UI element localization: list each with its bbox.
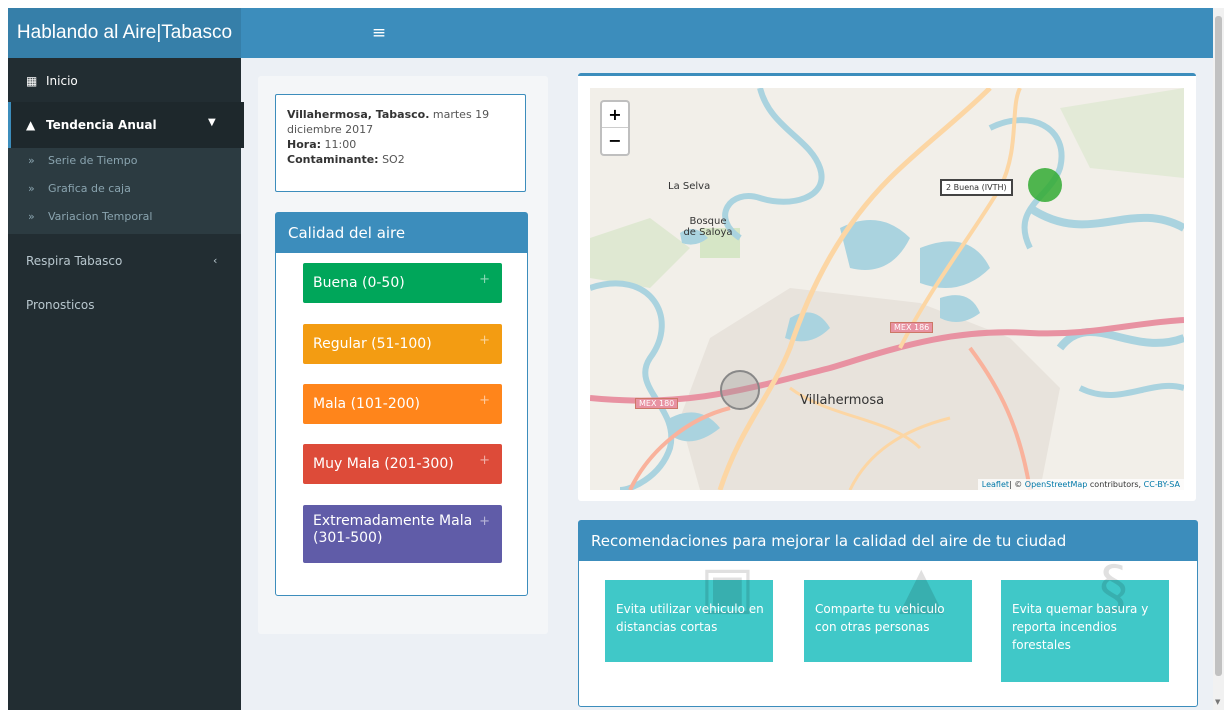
sidebar-item-respira-tabasco[interactable]: Respira Tabasco ‹ <box>8 254 241 274</box>
hora-label: Hora: <box>287 138 322 151</box>
contaminante-label: Contaminante: <box>287 153 379 166</box>
leaflet-map[interactable]: La Selva Bosque de Saloya Villahermosa M… <box>590 88 1184 490</box>
sidebar-submenu: » Serie de Tiempo » Grafica de caja » Va… <box>8 148 241 234</box>
sidebar-item-tendencia-anual[interactable]: ▲ Tendencia Anual ▼ <box>8 102 244 148</box>
category-muy-mala-button[interactable]: Muy Mala (201-300) + <box>303 444 502 484</box>
sidebar-item-inicio[interactable]: ▦ Inicio <box>8 74 241 94</box>
road-shield-mex186: MEX 186 <box>890 322 934 333</box>
map-attribution: Leaflet| © OpenStreetMap contributors, C… <box>977 479 1184 490</box>
contaminante-value: SO2 <box>382 153 405 166</box>
zoom-out-button[interactable]: − <box>602 128 628 154</box>
double-arrow-icon: » <box>28 154 35 167</box>
category-label: Mala (101-200) <box>313 396 420 412</box>
double-arrow-icon: » <box>28 210 35 223</box>
city-name: Villahermosa, Tabasco. <box>287 108 430 121</box>
recommendation-text: Evita quemar basura y reporta incendios … <box>1012 602 1149 652</box>
recommendation-card-comparte[interactable]: ▲ Comparte tu vehiculo con otras persona… <box>804 553 972 662</box>
scrollbar-thumb[interactable] <box>1215 16 1222 676</box>
left-panel: Villahermosa, Tabasco. martes 19 diciemb… <box>258 76 548 634</box>
recommendation-card-vehiculo[interactable]: ▣ Evita utilizar vehiculo en distancias … <box>605 553 773 662</box>
attribution-text: contributors, <box>1087 480 1144 489</box>
map-label-villahermosa: Villahermosa <box>800 393 885 408</box>
chevron-left-icon: ‹ <box>213 254 218 267</box>
scroll-down-arrow-icon[interactable]: ▼ <box>1215 698 1220 706</box>
page-scrollbar[interactable]: ▼ <box>1213 8 1224 710</box>
double-arrow-icon: » <box>28 182 35 195</box>
sidebar: ▦ Inicio ▲ Tendencia Anual ▼ » Serie de … <box>8 58 244 710</box>
category-label: Extremadamente Mala (301-500) <box>313 513 473 546</box>
car-icon: ▣ <box>700 553 755 621</box>
plus-icon: + <box>479 514 490 529</box>
submenu-item-label: Serie de Tiempo <box>48 154 138 167</box>
map-panel: La Selva Bosque de Saloya Villahermosa M… <box>578 73 1196 501</box>
category-label: Buena (0-50) <box>313 275 405 291</box>
road-icon: ▲ <box>899 553 944 621</box>
plus-icon: + <box>479 272 490 287</box>
hamburger-icon[interactable]: ≡ <box>368 22 390 44</box>
osm-link[interactable]: OpenStreetMap <box>1025 480 1088 489</box>
category-label: Muy Mala (201-300) <box>313 456 454 472</box>
submenu-item-label: Variacion Temporal <box>48 210 153 223</box>
station-tooltip: 2 Buena (IVTH) <box>940 179 1013 196</box>
sidebar-item-pronosticos[interactable]: Pronosticos <box>8 298 241 318</box>
app-logo-title[interactable]: Hablando al Aire|Tabasco <box>8 8 241 58</box>
recommendations-title: Recomendaciones para mejorar la calidad … <box>591 532 1067 550</box>
location-info-box: Villahermosa, Tabasco. martes 19 diciemb… <box>275 94 526 192</box>
recommendations-box: Recomendaciones para mejorar la calidad … <box>578 520 1198 707</box>
recommendation-card-basura[interactable]: § Evita quemar basura y reporta incendio… <box>1001 553 1169 682</box>
zoom-in-button[interactable]: + <box>602 102 628 128</box>
category-label: Regular (51-100) <box>313 336 432 352</box>
sidebar-item-label: Tendencia Anual <box>46 118 157 132</box>
map-label-bosque: Bosque de Saloya <box>683 216 733 238</box>
top-header: Hablando al Aire|Tabasco ≡ <box>8 8 1213 58</box>
sidebar-item-label: Respira Tabasco <box>26 254 123 268</box>
air-quality-box: Calidad del aire Buena (0-50) + Regular … <box>275 212 528 596</box>
plus-icon: + <box>479 333 490 348</box>
hora-value: 11:00 <box>324 138 357 151</box>
area-chart-icon: ▲ <box>26 118 36 132</box>
fire-icon: § <box>1099 553 1128 621</box>
category-mala-button[interactable]: Mala (101-200) + <box>303 384 502 424</box>
plus-icon: + <box>479 453 490 468</box>
map-label-la-selva: La Selva <box>668 181 711 192</box>
road-shield-mex180: MEX 180 <box>635 398 679 409</box>
chevron-down-icon: ▼ <box>208 117 216 128</box>
recommendation-text: Comparte tu vehiculo con otras personas <box>815 602 945 634</box>
category-buena-button[interactable]: Buena (0-50) + <box>303 263 502 303</box>
app-window: Hablando al Aire|Tabasco ≡ ▦ Inicio ▲ Te… <box>8 8 1213 710</box>
submenu-item-label: Grafica de caja <box>48 182 131 195</box>
map-tiles <box>590 88 1184 490</box>
sidebar-item-label: Inicio <box>46 74 78 88</box>
air-quality-title: Calidad del aire <box>288 224 406 242</box>
leaflet-link[interactable]: Leaflet <box>982 480 1009 489</box>
air-quality-header: Calidad del aire <box>276 213 527 253</box>
category-extremadamente-mala-button[interactable]: Extremadamente Mala (301-500) + <box>303 505 502 563</box>
recommendation-text: Evita utilizar vehiculo en distancias co… <box>616 602 764 634</box>
zoom-control: + − <box>600 100 630 156</box>
attribution-separator: | © <box>1009 480 1025 489</box>
map-icon: ▦ <box>26 74 38 88</box>
category-regular-button[interactable]: Regular (51-100) + <box>303 324 502 364</box>
plus-icon: + <box>479 393 490 408</box>
license-link[interactable]: CC-BY-SA <box>1144 480 1180 489</box>
sidebar-item-label: Pronosticos <box>26 298 95 312</box>
